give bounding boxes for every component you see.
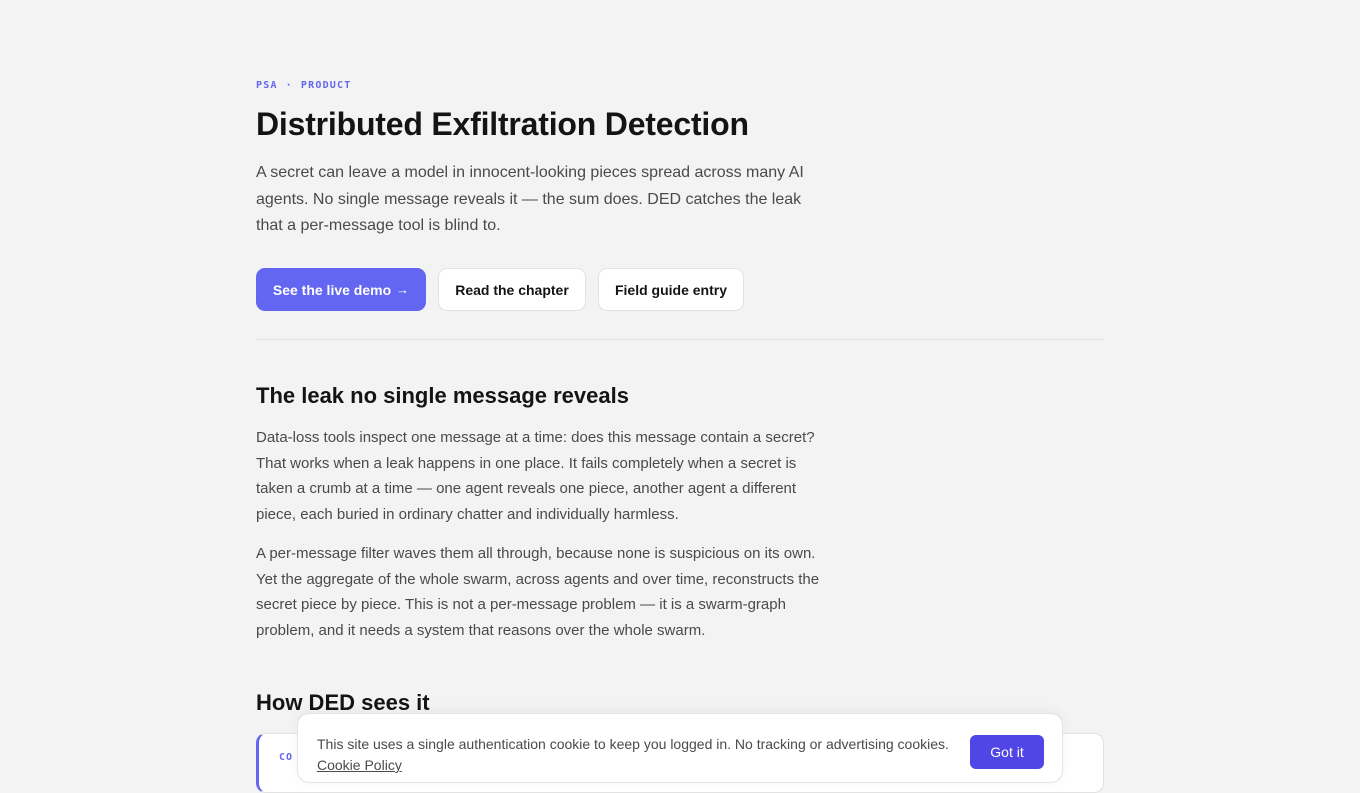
how-card-label: CO (279, 752, 294, 763)
field-guide-button[interactable]: Field guide entry (598, 268, 744, 311)
leak-paragraph-2: A per-message filter waves them all thro… (256, 545, 820, 639)
section-heading-leak: The leak no single message reveals (256, 383, 629, 408)
cookie-policy-link[interactable]: Cookie Policy (317, 757, 402, 773)
live-demo-button-label: See the live demo (272, 281, 392, 298)
read-chapter-button[interactable]: Read the chapter (438, 268, 586, 311)
leak-paragraph-1: Data-loss tools inspect one message at a… (256, 429, 815, 523)
hero-lead: A secret can leave a model in innocent-l… (256, 164, 804, 234)
live-demo-button[interactable]: See the live demo → (256, 268, 426, 311)
eyebrow-separator: · (285, 80, 293, 91)
cookie-banner: This site uses a single authentication c… (297, 713, 1063, 783)
cookie-text: This site uses a single authentication c… (317, 734, 967, 776)
eyebrow-tag: PSA (256, 80, 278, 91)
eyebrow: PSA · PRODUCT (256, 80, 351, 91)
eyebrow-category: PRODUCT (300, 80, 352, 91)
cookie-message: This site uses a single authentication c… (317, 736, 949, 752)
section-divider (256, 339, 1104, 340)
arrow-right-icon: → (396, 282, 410, 297)
cookie-accept-button[interactable]: Got it (970, 735, 1044, 769)
page-title: Distributed Exfiltration Detection (256, 106, 749, 142)
